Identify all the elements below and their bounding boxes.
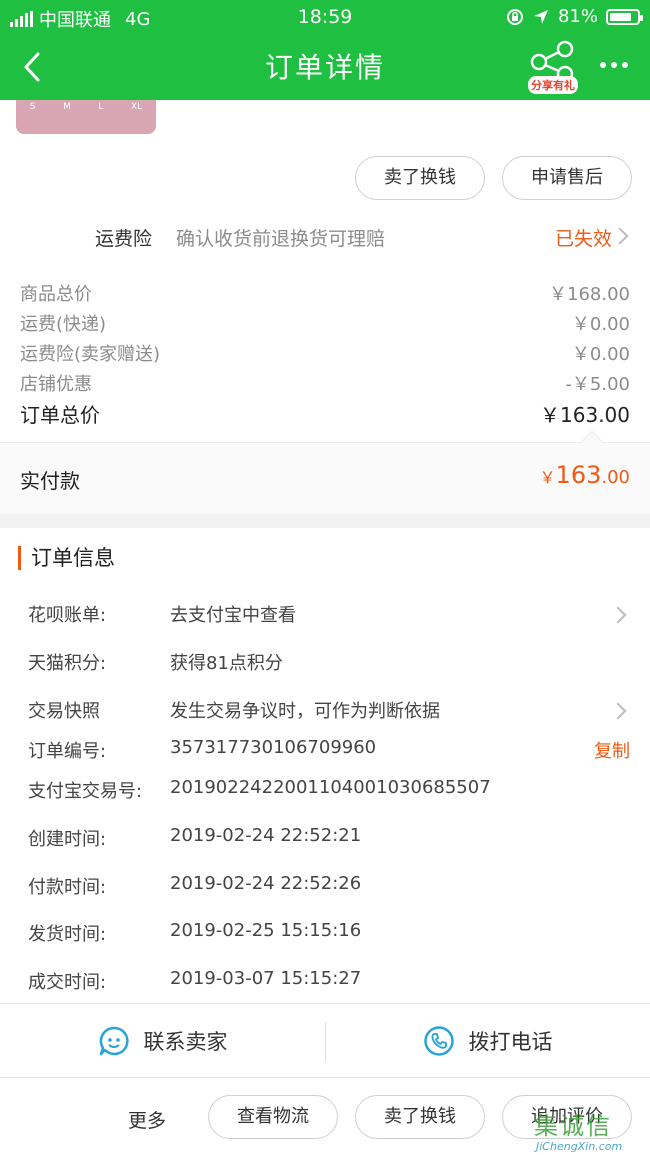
battery-icon — [606, 8, 643, 25]
info-key: 订单编号: — [28, 741, 107, 762]
more-label[interactable]: 更多 — [128, 1106, 166, 1133]
sell-button-bottom[interactable]: 卖了换钱 — [355, 1095, 485, 1139]
price-key: 运费(快递) — [20, 314, 107, 335]
freight-insurance-status: 已失效 — [554, 228, 612, 250]
size-label: L — [98, 102, 104, 112]
price-value: ￥0.00 — [571, 314, 630, 335]
price-row-shipping: 运费(快递) ￥0.00 — [0, 310, 650, 338]
price-key: 运费险(卖家赠送) — [20, 344, 161, 365]
copy-button[interactable]: 复制 — [594, 737, 630, 763]
product-thumbnail[interactable]: S M L XL — [16, 100, 156, 134]
info-value: 2019-02-24 22:52:26 — [170, 873, 362, 894]
chevron-right-icon — [611, 227, 629, 245]
size-label: M — [63, 102, 71, 112]
price-value: ￥168.00 — [549, 284, 630, 305]
watermark-logo: 集诚信 JiChengXin.com — [534, 1106, 650, 1155]
info-key: 成交时间: — [28, 972, 107, 993]
aftersale-button[interactable]: 申请售后 — [502, 156, 632, 200]
info-row-order-number: 订单编号: 357317730106709960 复制 — [0, 737, 650, 767]
info-row-points: 天猫积分: 获得81点积分 — [0, 649, 650, 679]
share-badge[interactable]: 分享有礼 — [528, 76, 578, 94]
info-row-alipay-number: 支付宝交易号: 2019022422001104001030685507 — [0, 777, 650, 807]
watermark-text: 集诚信 — [534, 1112, 612, 1140]
more-menu-icon[interactable] — [600, 62, 628, 68]
status-bar: 中国联通 4G 18:59 81% — [0, 0, 650, 34]
order-total-row: 订单总价 ￥163.00 — [0, 399, 650, 427]
divider — [0, 1077, 650, 1078]
rotation-lock-icon — [506, 8, 523, 25]
order-total-value: ￥163.00 — [540, 403, 630, 427]
info-row-snapshot[interactable]: 交易快照 发生交易争议时，可作为判断依据 — [0, 697, 650, 727]
watermark-url: JiChengXin.com — [536, 1140, 623, 1153]
call-phone-label: 拨打电话 — [468, 1030, 553, 1054]
price-key: 商品总价 — [20, 284, 92, 305]
paid-value: ￥163.00 — [539, 461, 630, 489]
info-row-created: 创建时间: 2019-02-24 22:52:21 — [0, 825, 650, 855]
freight-insurance-row[interactable]: 运费险 确认收货前退换货可理赔 已失效 — [0, 222, 650, 252]
sell-button[interactable]: 卖了换钱 — [355, 156, 485, 200]
contact-seller-label: 联系卖家 — [143, 1030, 228, 1054]
section-gap — [0, 514, 650, 528]
contact-seller-button[interactable]: 联系卖家 — [0, 1004, 325, 1078]
price-row-insurance: 运费险(卖家赠送) ￥0.00 — [0, 340, 650, 368]
price-key: 店铺优惠 — [20, 374, 92, 395]
info-value: 2019-02-24 22:52:21 — [170, 825, 362, 846]
chevron-right-icon — [609, 702, 627, 720]
info-key: 花呗账单: — [28, 605, 107, 626]
phone-icon — [423, 1026, 454, 1056]
info-value: 2019022422001104001030685507 — [170, 777, 491, 798]
paid-row: 实付款 ￥163.00 — [0, 442, 650, 514]
call-phone-button[interactable]: 拨打电话 — [325, 1004, 650, 1078]
freight-insurance-label: 运费险 — [95, 228, 153, 250]
view-logistics-button[interactable]: 查看物流 — [208, 1095, 338, 1139]
info-key: 交易快照 — [28, 701, 100, 722]
info-key: 创建时间: — [28, 829, 107, 850]
size-label: S — [29, 102, 36, 112]
chat-bubble-icon — [99, 1026, 129, 1056]
info-value: 发生交易争议时，可作为判断依据 — [170, 701, 440, 722]
info-row-completed: 成交时间: 2019-03-07 15:15:27 — [0, 968, 650, 998]
price-value: -￥5.00 — [565, 374, 630, 395]
info-key: 付款时间: — [28, 877, 107, 898]
info-row-paid-time: 付款时间: 2019-02-24 22:52:26 — [0, 873, 650, 903]
order-info-title: 订单信息 — [18, 546, 115, 570]
price-row-discount: 店铺优惠 -￥5.00 — [0, 370, 650, 398]
paid-label: 实付款 — [20, 469, 80, 493]
app-header: 中国联通 4G 18:59 81% 订单详情 分享有礼 — [0, 0, 650, 100]
price-row-goods: 商品总价 ￥168.00 — [0, 280, 650, 308]
location-icon — [533, 9, 548, 24]
info-value: 2019-02-25 15:15:16 — [170, 920, 362, 941]
chevron-right-icon — [609, 606, 627, 624]
price-value: ￥0.00 — [571, 344, 630, 365]
freight-insurance-desc: 确认收货前退换货可理赔 — [176, 228, 386, 250]
info-value: 357317730106709960 — [170, 737, 377, 758]
info-value: 获得81点积分 — [170, 653, 283, 674]
contact-bar: 联系卖家 拨打电话 — [0, 1004, 650, 1078]
info-row-huabei[interactable]: 花呗账单: 去支付宝中查看 — [0, 601, 650, 631]
info-row-shipped: 发货时间: 2019-02-25 15:15:16 — [0, 920, 650, 950]
order-total-label: 订单总价 — [20, 403, 100, 427]
info-key: 发货时间: — [28, 924, 107, 945]
size-label: XL — [131, 102, 143, 112]
info-value: 2019-03-07 15:15:27 — [170, 968, 362, 989]
battery-percent: 81% — [557, 6, 598, 27]
info-key: 天猫积分: — [28, 653, 107, 674]
info-key: 支付宝交易号: — [28, 781, 143, 802]
info-value: 去支付宝中查看 — [170, 605, 296, 626]
